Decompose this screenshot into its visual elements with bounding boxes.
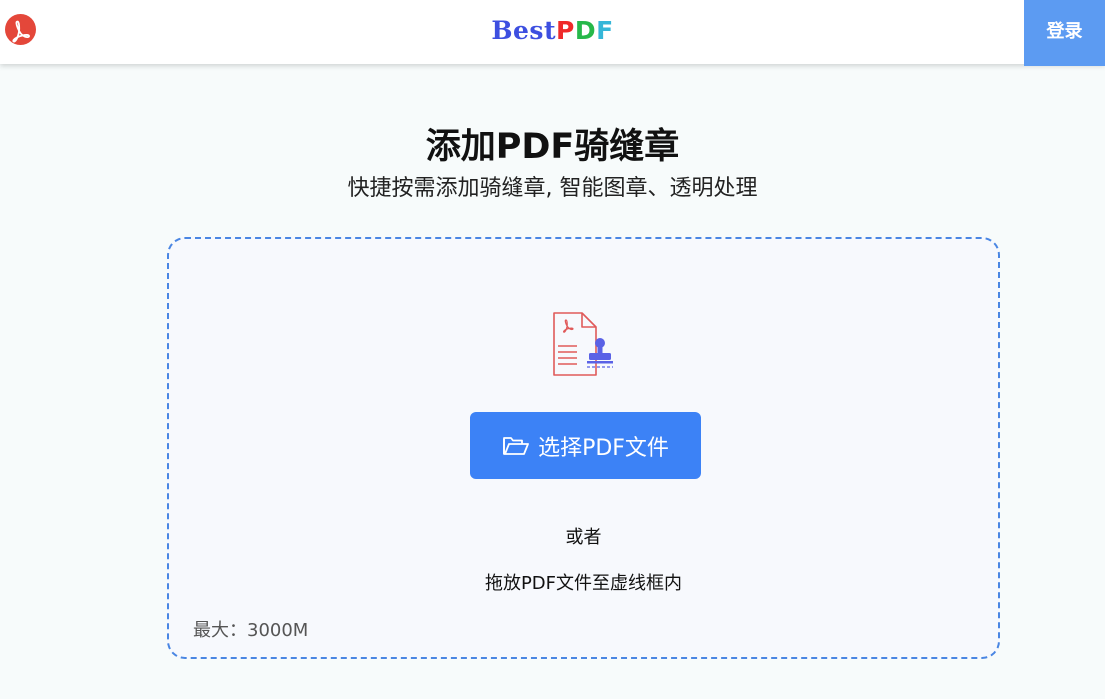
folder-open-icon [502, 434, 530, 458]
brand-part-f: F [596, 16, 614, 45]
brand-part-p: P [556, 16, 575, 45]
select-pdf-button[interactable]: 选择PDF文件 [470, 412, 701, 479]
select-pdf-button-label: 选择PDF文件 [538, 435, 669, 461]
file-drop-zone[interactable]: 选择PDF文件 或者 拖放PDF文件至虚线框内 最大：3000M [167, 237, 1000, 659]
brand-part-best: Best [491, 16, 556, 45]
brand-part-d: D [574, 16, 597, 45]
page-subtitle: 快捷按需添加骑缝章, 智能图章、透明处理 [347, 176, 758, 201]
page-title: 添加PDF骑缝章 [425, 127, 680, 167]
top-header: BestPDF 登录 [0, 0, 1105, 66]
or-separator-text: 或者 [565, 527, 602, 548]
pdf-stamp-icon [549, 310, 617, 378]
drag-drop-hint: 拖放PDF文件至虚线框内 [484, 573, 683, 594]
brand-logo[interactable]: BestPDF [0, 16, 1105, 45]
max-file-size-text: 最大：3000M [193, 620, 309, 641]
login-button[interactable]: 登录 [1024, 0, 1105, 66]
